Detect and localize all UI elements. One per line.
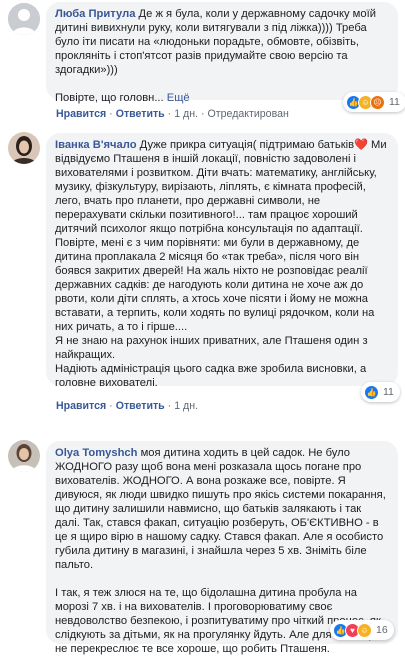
comment-actions: Нравится · Ответить · 1 дн. — [56, 400, 199, 412]
comment-body: Люба Притула Де ж я була, коли у державн… — [55, 7, 389, 105]
reply-button[interactable]: Ответить — [116, 400, 165, 412]
comment-bubble: Люба Притула Де ж я була, коли у державн… — [46, 2, 398, 104]
reaction-count: 11 — [389, 96, 400, 108]
like-icon: 👍 — [364, 384, 379, 400]
edited-label: Отредактирован — [207, 108, 289, 120]
comment-text: Де ж я була, коли у державному садочку м… — [55, 8, 376, 104]
reaction-count: 11 — [383, 386, 394, 398]
comment-bubble: Іванка В'ячало Дуже прикра ситуація( під… — [46, 133, 398, 389]
reply-button[interactable]: Ответить — [116, 108, 165, 120]
avatar[interactable] — [8, 3, 40, 35]
reactions-summary[interactable]: 👍 ♥ ☺ 16 — [330, 620, 394, 640]
reactions-summary[interactable]: 👍 ☺ ☹ 11 — [343, 92, 405, 112]
comment-actions: Нравится · Ответить · 1 дн. · Отредактирован — [56, 108, 289, 120]
haha-icon: ☺ — [357, 622, 372, 638]
avatar[interactable] — [8, 440, 40, 472]
comment-text: Дуже прикра ситуація( підтримаю батьків❤… — [55, 139, 387, 389]
timestamp[interactable]: 1 дн. — [174, 400, 198, 412]
see-more-link[interactable]: Ещё — [167, 92, 190, 104]
reaction-count: 16 — [376, 624, 388, 636]
user-photo-icon — [8, 132, 40, 164]
comment-author[interactable]: Люба Притула — [55, 8, 135, 20]
like-button[interactable]: Нравится — [56, 108, 106, 120]
angry-icon: ☹ — [370, 94, 385, 110]
user-silhouette-icon — [8, 3, 40, 35]
comment-author[interactable]: Olya Tomyshch — [55, 447, 137, 459]
timestamp[interactable]: 1 дн. — [174, 108, 198, 120]
like-button[interactable]: Нравится — [56, 400, 106, 412]
comment-author[interactable]: Іванка В'ячало — [55, 139, 137, 151]
comment-body: Іванка В'ячало Дуже прикра ситуація( під… — [55, 138, 389, 390]
user-photo-icon — [8, 440, 40, 472]
reactions-summary[interactable]: 👍 11 — [361, 382, 400, 402]
avatar[interactable] — [8, 132, 40, 164]
comment-bubble: Olya Tomyshch моя дитина ходить в цей са… — [46, 441, 398, 655]
